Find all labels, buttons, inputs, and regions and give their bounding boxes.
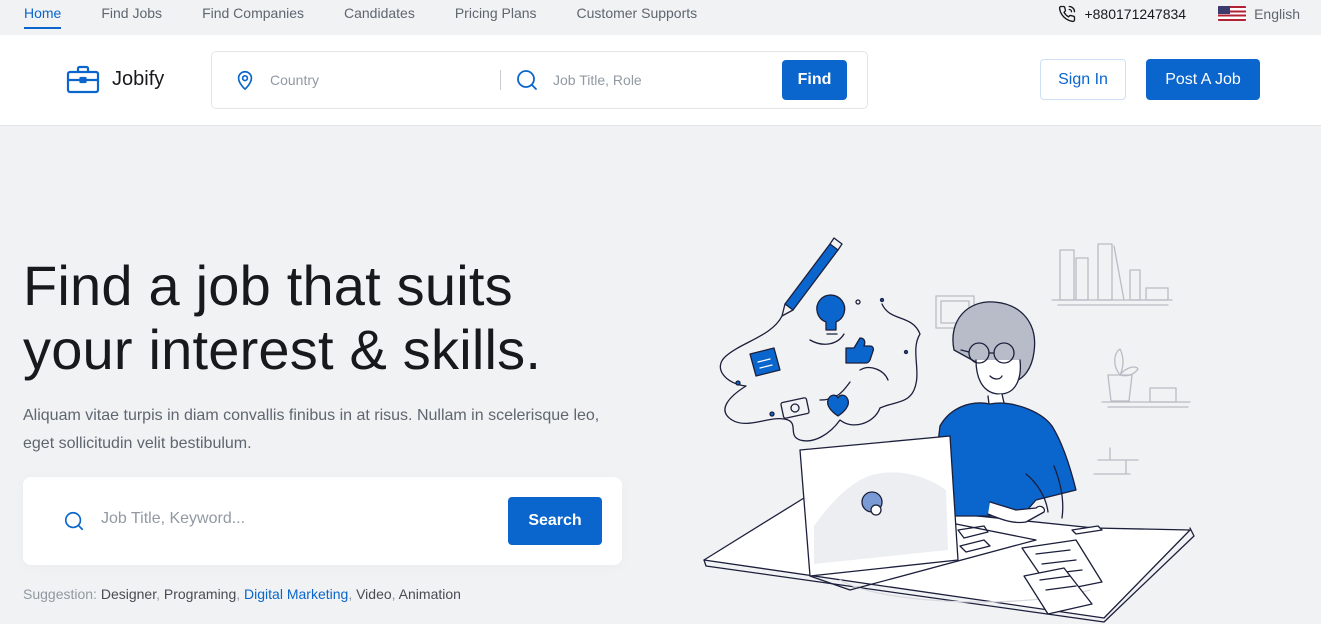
job-title-input[interactable] <box>553 72 763 88</box>
top-nav-links: Home Find Jobs Find Companies Candidates… <box>24 0 697 35</box>
search-divider <box>500 70 501 90</box>
lightbulb-illustration <box>816 294 846 335</box>
post-a-job-button[interactable]: Post A Job <box>1146 59 1260 100</box>
wall-brick-illustration <box>1093 447 1139 475</box>
us-flag-icon <box>1218 6 1247 21</box>
nav-find-jobs[interactable]: Find Jobs <box>101 0 162 35</box>
hero-illustration <box>703 237 1195 623</box>
camera-illustration <box>780 397 810 419</box>
keyword-search-input[interactable] <box>101 510 481 528</box>
nav-customer-supports[interactable]: Customer Supports <box>577 0 698 35</box>
top-nav-right: +880171247834 English <box>1058 0 1300 27</box>
suggestion-programing[interactable]: Programing <box>164 586 236 602</box>
thumbs-up-illustration <box>845 337 875 364</box>
search-button[interactable]: Search <box>508 497 602 545</box>
nav-find-companies[interactable]: Find Companies <box>202 0 304 35</box>
job-title-search[interactable] <box>515 68 763 92</box>
hero-title-line-1: Find a job that suits <box>23 254 513 317</box>
search-icon <box>517 70 537 90</box>
note-card-illustration <box>749 347 781 377</box>
bookshelf-illustration <box>1051 243 1173 306</box>
hero-search-box: Search <box>23 477 622 565</box>
hero-subtitle: Aliquam vitae turpis in diam convallis f… <box>23 407 600 452</box>
search-suggestions: Suggestion: Designer, Programing, Digita… <box>23 586 461 602</box>
person-illustration <box>933 301 1077 524</box>
top-navigation: Home Find Jobs Find Companies Candidates… <box>0 0 1321 35</box>
nav-home[interactable]: Home <box>24 0 62 35</box>
thought-scribble-illustration <box>719 297 921 442</box>
search-icon <box>64 511 84 531</box>
logo-text: Jobify <box>112 67 165 90</box>
find-button[interactable]: Find <box>782 60 847 100</box>
phone-contact[interactable]: +880171247834 <box>1058 5 1186 23</box>
country-input[interactable] <box>270 72 470 88</box>
site-header: Jobify Find Sign In Post A Job <box>0 35 1321 126</box>
briefcase-logo-icon <box>66 65 100 94</box>
language-label: English <box>1254 5 1300 22</box>
suggestion-video[interactable]: Video <box>356 586 392 602</box>
map-pin-icon <box>237 70 253 90</box>
nav-candidates[interactable]: Candidates <box>344 0 415 35</box>
logo[interactable]: Jobify <box>66 64 164 94</box>
sign-in-button[interactable]: Sign In <box>1040 59 1126 100</box>
suggestion-label: Suggestion: <box>23 586 97 602</box>
heart-illustration <box>826 394 850 417</box>
phone-number: +880171247834 <box>1084 5 1187 22</box>
country-select[interactable] <box>234 68 470 92</box>
hero-title: Find a job that suits your interest & sk… <box>23 254 663 382</box>
hero-title-line-2: your interest & skills. <box>23 318 542 381</box>
suggestion-animation[interactable]: Animation <box>399 586 461 602</box>
suggestion-digital-marketing[interactable]: Digital Marketing <box>244 586 348 602</box>
language-selector[interactable]: English <box>1218 6 1300 22</box>
nav-pricing-plans[interactable]: Pricing Plans <box>455 0 537 35</box>
phone-icon <box>1059 5 1076 22</box>
header-search: Find <box>211 51 868 109</box>
suggestion-designer[interactable]: Designer <box>101 586 156 602</box>
plant-shelf-illustration <box>1101 348 1191 408</box>
